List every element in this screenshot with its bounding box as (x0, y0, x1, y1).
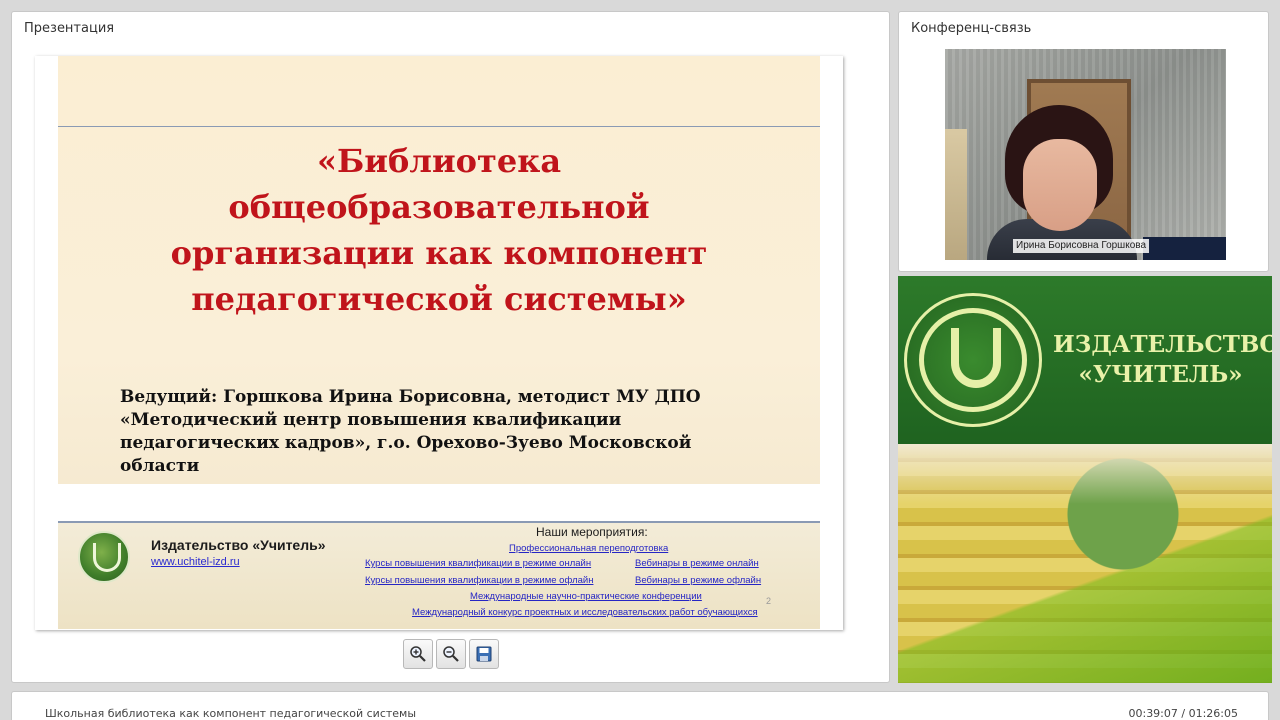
playback-time: 00:39:07 / 01:26:05 (1128, 707, 1238, 720)
event-link-webinars-online[interactable]: Вебинары в режиме онлайн (635, 558, 759, 569)
event-link-courses-online[interactable]: Курсы повышения квалификации в режиме он… (365, 558, 591, 569)
video-person-face (1023, 139, 1097, 231)
slide-main-area: «Библиотека общеобразовательной организа… (58, 56, 820, 484)
bottom-bar: Школьная библиотека как компонент педаго… (11, 691, 1269, 720)
event-link-courses-offline[interactable]: Курсы повышения квалификации в режиме оф… (365, 575, 593, 586)
webcam-video[interactable]: Ирина Борисовна Горшкова (945, 49, 1226, 260)
webinar-title: Школьная библиотека как компонент педаго… (45, 707, 417, 720)
save-icon (476, 646, 492, 662)
zoom-in-button[interactable] (403, 639, 433, 669)
conference-panel-title: Конференц-связь (911, 21, 1032, 36)
slide-host-line: области (120, 456, 200, 476)
slide-title-line: общеобразовательной (228, 188, 650, 226)
slide-host-info: Ведущий: Горшкова Ирина Борисовна, метод… (120, 386, 780, 478)
presentation-panel: Презентация «Библиотека общеобразователь… (11, 11, 890, 683)
slide-page-number: 2 (766, 596, 772, 606)
emblem-book-icon (951, 328, 1001, 388)
event-link-webinars-offline[interactable]: Вебинары в режиме офлайн (635, 575, 761, 586)
zoom-out-icon (443, 646, 459, 662)
event-link-contest[interactable]: Международный конкурс проектных и исслед… (412, 607, 758, 618)
participant-name-label: Ирина Борисовна Горшкова (1013, 239, 1150, 253)
conference-panel: Конференц-связь Ирина Борисовна Горшкова (898, 11, 1269, 272)
publisher-banner: ИЗДАТЕЛЬСТВО «УЧИТЕЛЬ» (898, 276, 1272, 683)
save-button[interactable] (469, 639, 499, 669)
banner-books-image (898, 444, 1272, 683)
slide-host-line: педагогических кадров», г.о. Орехово-Зуе… (120, 433, 692, 453)
slide-host-line: «Методический центр повышения квалификац… (120, 410, 622, 430)
slide-title: «Библиотека общеобразовательной организа… (58, 138, 820, 322)
video-chair (1143, 237, 1226, 260)
zoom-in-icon (410, 646, 426, 662)
slide-title-line: педагогической системы» (191, 280, 687, 318)
slide-divider (58, 126, 820, 127)
slide-title-line: организации как компонент (170, 234, 708, 272)
banner-title-line: ИЗДАТЕЛЬСТВО (1053, 331, 1272, 358)
event-link-conferences[interactable]: Международные научно-практические конфер… (470, 591, 702, 602)
presentation-panel-title: Презентация (24, 21, 115, 36)
publisher-url-link[interactable]: www.uchitel-izd.ru (151, 556, 240, 568)
publisher-logo-icon (78, 531, 130, 583)
video-shelf (945, 129, 967, 260)
publisher-emblem-icon (904, 293, 1042, 427)
banner-title-line: «УЧИТЕЛЬ» (1078, 361, 1243, 388)
slide-footer: Издательство «Учитель» www.uchitel-izd.r… (58, 521, 820, 629)
slide: «Библиотека общеобразовательной организа… (35, 56, 843, 630)
banner-header: ИЗДАТЕЛЬСТВО «УЧИТЕЛЬ» (898, 276, 1272, 444)
banner-title: ИЗДАТЕЛЬСТВО «УЧИТЕЛЬ» (1053, 330, 1272, 390)
slide-toolbar (403, 639, 499, 669)
slide-host-line: Ведущий: Горшкова Ирина Борисовна, метод… (120, 387, 701, 407)
publisher-name: Издательство «Учитель» (151, 537, 326, 553)
zoom-out-button[interactable] (436, 639, 466, 669)
events-heading: Наши мероприятия: (536, 525, 648, 539)
slide-title-line: «Библиотека (316, 142, 562, 180)
event-link-retraining[interactable]: Профессиональная переподготовка (509, 543, 668, 554)
